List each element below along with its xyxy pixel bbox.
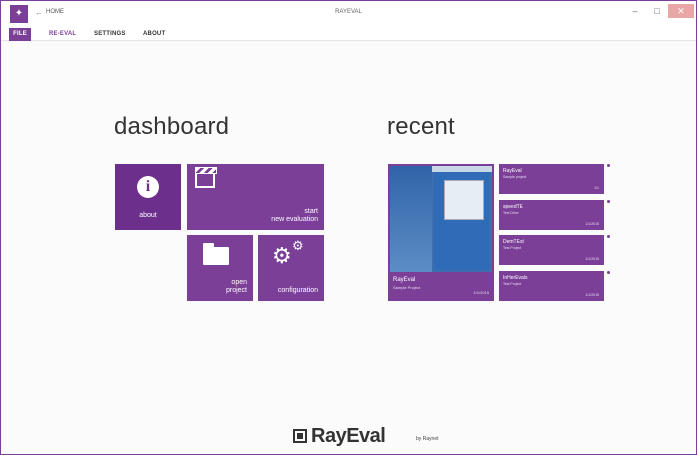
- recent-item-name: speedTE: [503, 204, 524, 210]
- gear-icon: ⚙: [272, 243, 292, 268]
- about-tile-label: about: [139, 212, 157, 219]
- tab-reeval[interactable]: RE-EVAL: [49, 29, 76, 40]
- recent-item-date: 1/1: [594, 186, 599, 190]
- start-new-evaluation-tile[interactable]: start new evaluation: [187, 164, 324, 230]
- thumbnail-left-panel: [390, 166, 432, 272]
- open-project-tile[interactable]: open project: [187, 235, 253, 301]
- recent-item-subtitle: Test Drive: [503, 211, 519, 215]
- pin-icon[interactable]: [607, 235, 610, 238]
- app-window: ✦ ← HOME RAYEVAL – □ ✕ FILE RE-EVAL SETT…: [0, 0, 697, 455]
- minimize-button[interactable]: –: [624, 4, 646, 18]
- recent-item-date: 1/1/2015: [585, 293, 599, 297]
- thumbnail-dialog: [444, 180, 484, 220]
- recent-heading: recent: [387, 113, 455, 140]
- recent-preview-date: 1/1/2015: [473, 290, 489, 295]
- logo-text: RayEval: [311, 425, 386, 447]
- start-tile-label-line1: start: [304, 208, 318, 215]
- logo-mark-icon: [293, 429, 307, 443]
- recent-item-name: InHerEvals: [503, 275, 528, 281]
- recent-item[interactable]: RayEval Sample project 1/1: [499, 164, 604, 194]
- recent-preview-subtitle: Sample Project: [393, 285, 421, 290]
- project-thumbnail: [390, 166, 492, 272]
- folder-icon: [203, 243, 229, 265]
- open-tile-label-line1: open: [231, 279, 247, 286]
- open-tile-label-line2: project: [225, 287, 247, 294]
- recent-item-name: RayEval: [503, 168, 522, 174]
- menu-bar: FILE RE-EVAL SETTINGS ABOUT: [1, 27, 696, 41]
- recent-item[interactable]: speedTE Test Drive 1/1/2015: [499, 200, 604, 230]
- tab-about[interactable]: ABOUT: [143, 29, 165, 40]
- recent-project-preview-tile[interactable]: RayEval Sample Project 1/1/2015: [388, 164, 494, 301]
- recent-item-date: 1/1/2015: [585, 222, 599, 226]
- open-tile-label: open project: [226, 279, 247, 295]
- maximize-button[interactable]: □: [646, 4, 668, 18]
- recent-item[interactable]: InHerEvals Test Project 1/1/2015: [499, 271, 604, 301]
- configuration-tile[interactable]: ⚙ ⚙ configuration: [258, 235, 324, 301]
- pin-icon[interactable]: [607, 200, 610, 203]
- start-tile-label-line2: new evaluation: [271, 216, 318, 223]
- recent-item-date: 1/1/2015: [585, 257, 599, 261]
- pin-icon[interactable]: [607, 271, 610, 274]
- recent-item-name: DemTEst: [503, 239, 524, 245]
- clapperboard-icon: [195, 167, 217, 188]
- close-button[interactable]: ✕: [668, 4, 694, 18]
- configuration-tile-label: configuration: [277, 287, 318, 294]
- pin-icon[interactable]: [607, 164, 610, 167]
- recent-item-subtitle: Test Project: [503, 246, 522, 250]
- start-tile-label: start new evaluation: [271, 208, 318, 224]
- tab-file[interactable]: FILE: [9, 28, 31, 41]
- recent-item-subtitle: Test Project: [503, 282, 522, 286]
- small-gear-icon: ⚙: [292, 238, 304, 253]
- recent-preview-title: RayEval: [393, 277, 416, 283]
- title-bar: ✦ ← HOME RAYEVAL – □ ✕: [1, 1, 696, 27]
- tab-settings[interactable]: SETTINGS: [94, 29, 126, 40]
- logo-suffix: by Raynet: [416, 436, 439, 442]
- window-title: RAYEVAL: [335, 9, 362, 15]
- recent-item[interactable]: DemTEst Test Project 1/1/2015: [499, 235, 604, 265]
- about-tile[interactable]: i about: [115, 164, 181, 230]
- info-icon: i: [137, 176, 159, 198]
- recent-item-subtitle: Sample project: [503, 175, 527, 179]
- dashboard-heading: dashboard: [114, 113, 230, 140]
